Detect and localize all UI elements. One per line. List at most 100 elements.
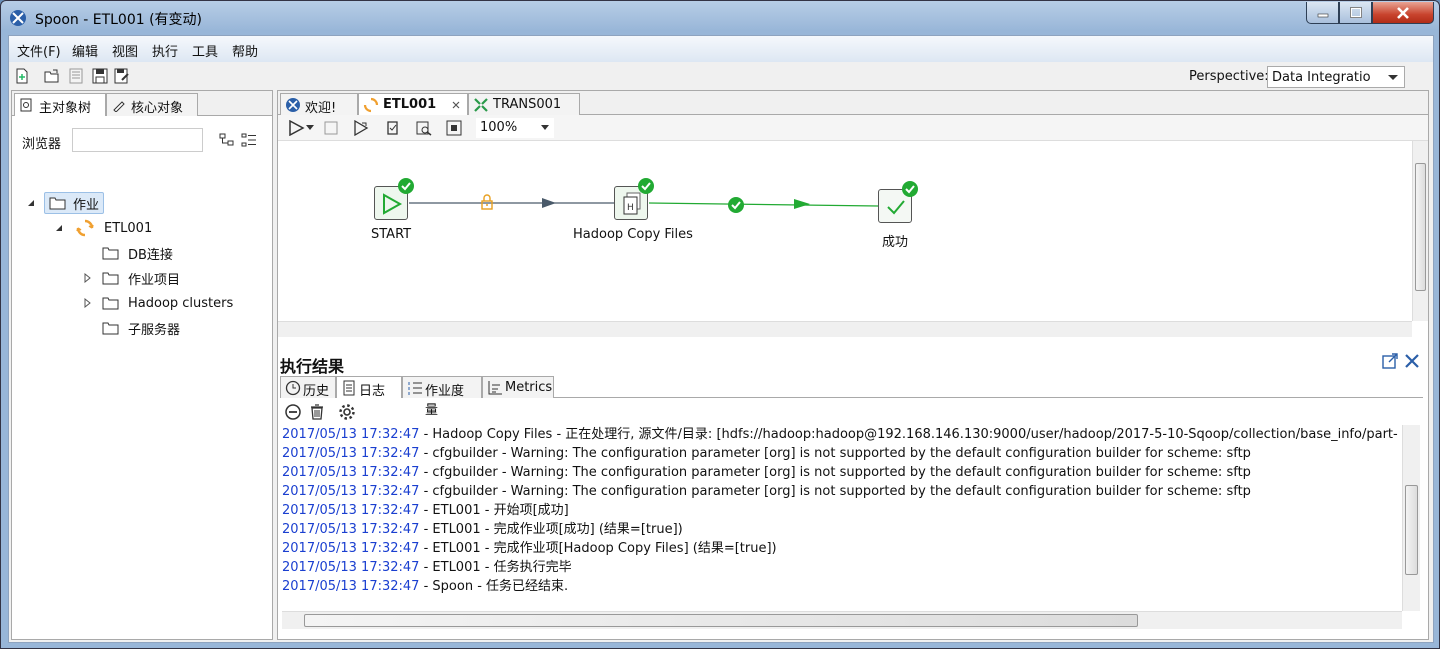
log-output[interactable]: 2017/05/13 17:32:47 - Hadoop Copy Files … <box>282 425 1398 595</box>
new-file-icon[interactable] <box>13 67 31 85</box>
job-icon <box>76 219 94 237</box>
tree-item-hadoop-clusters[interactable]: Hadoop clusters <box>102 292 233 314</box>
log-line: 2017/05/13 17:32:47 - ETL001 - 开始项[成功] <box>282 503 569 518</box>
close-tab-icon[interactable] <box>451 100 461 110</box>
pencil-icon <box>113 101 125 112</box>
stop-icon[interactable] <box>323 120 339 136</box>
svg-text:H: H <box>627 203 634 213</box>
fit-canvas-icon[interactable] <box>446 120 462 136</box>
tree-item-etl001[interactable]: ETL001 <box>76 217 152 239</box>
menu-file[interactable]: 文件(F) <box>17 41 61 60</box>
canvas-toolbar: 100% <box>278 115 1428 141</box>
tab-core-objects[interactable]: 核心对象 <box>106 93 198 116</box>
preview-icon[interactable] <box>353 120 371 136</box>
job-icon <box>363 97 379 113</box>
folder-icon <box>49 197 66 210</box>
open-folder-icon[interactable] <box>43 67 61 85</box>
metrics-chart-icon <box>488 381 502 395</box>
menu-bar: 文件(F) 编辑 视图 执行 工具 帮助 <box>9 36 1433 62</box>
log-line: 2017/05/13 17:32:47 - Spoon - 任务已经结束. <box>282 579 569 594</box>
tab-welcome[interactable]: 欢迎! <box>280 93 358 116</box>
tab-log-label: 日志 <box>359 384 386 399</box>
expanded-triangle-icon <box>28 200 34 206</box>
tree-item-sub-servers[interactable]: 子服务器 <box>102 317 180 339</box>
editor-tab-bar: 欢迎! ETL001 TRANS001 <box>278 91 1428 116</box>
tab-core-objects-label: 核心对象 <box>131 101 184 116</box>
expand-tree-icon[interactable] <box>219 132 235 148</box>
tab-job-metrics[interactable]: 作业度量 <box>402 376 482 418</box>
canvas-vertical-scrollbar[interactable] <box>1412 141 1428 321</box>
close-icon <box>1397 6 1409 19</box>
hadoop-success-check-icon <box>638 178 654 194</box>
tab-history-label: 历史 <box>303 384 330 399</box>
log-horizontal-scrollbar[interactable] <box>282 611 1402 629</box>
close-panel-icon[interactable] <box>1404 353 1420 369</box>
tree-item-jobs[interactable]: 作业 <box>44 192 105 214</box>
tree-item-job-entries[interactable]: 作业项目 <box>102 267 180 289</box>
log-hscroll-thumb[interactable] <box>304 614 1138 627</box>
canvas-horizontal-scrollbar[interactable] <box>278 321 1412 337</box>
start-play-icon <box>383 193 403 215</box>
menu-edit[interactable]: 编辑 <box>72 41 98 60</box>
expanded-triangle-icon <box>56 225 62 231</box>
save-as-icon[interactable] <box>113 67 131 85</box>
collapse-tree-icon[interactable] <box>241 132 257 148</box>
menu-run[interactable]: 执行 <box>152 41 178 60</box>
hop-success-check-icon <box>728 197 744 213</box>
maximize-panel-icon[interactable] <box>1382 353 1398 369</box>
tree-item-etl001-toggle[interactable] <box>54 217 64 239</box>
gear-icon[interactable] <box>338 403 356 421</box>
maximize-button[interactable] <box>1339 2 1372 24</box>
main-toolbar: Perspective: Data Integratio <box>9 62 1433 90</box>
job-canvas[interactable]: START H Hadoop Copy Files 成功 <box>278 141 1412 321</box>
tab-main-tree[interactable]: 主对象树 <box>14 93 106 116</box>
tree-jobs-label: 作业 <box>73 197 100 213</box>
menu-view[interactable]: 视图 <box>112 41 138 60</box>
log-line: 2017/05/13 17:32:47 - cfgbuilder - Warni… <box>282 484 1251 499</box>
node-success-label: 成功 <box>882 235 909 250</box>
impact-icon[interactable] <box>415 120 433 136</box>
menu-tools[interactable]: 工具 <box>192 41 218 60</box>
tab-log[interactable]: 日志 <box>336 376 402 399</box>
search-doc-icon <box>20 98 32 112</box>
success-node-check-icon <box>902 181 918 197</box>
explore-icon[interactable] <box>67 67 85 85</box>
tab-history[interactable]: 历史 <box>280 376 336 399</box>
log-vscroll-thumb[interactable] <box>1405 485 1418 575</box>
run-icon[interactable] <box>288 120 306 136</box>
lock-icon <box>481 194 493 210</box>
tab-metrics[interactable]: Metrics <box>482 376 554 398</box>
zoom-select[interactable]: 100% <box>476 118 554 138</box>
canvas-vscroll-thumb[interactable] <box>1415 163 1426 291</box>
title-bar[interactable]: Spoon - ETL001 (有变动) <box>1 1 1439 35</box>
zoom-value: 100% <box>480 120 518 135</box>
tab-etl001[interactable]: ETL001 <box>358 93 468 115</box>
tree-item-jobs-toggle[interactable] <box>26 192 36 214</box>
minimize-button[interactable] <box>1306 2 1339 24</box>
tab-main-tree-label: 主对象树 <box>39 101 92 116</box>
tab-trans001[interactable]: TRANS001 <box>468 93 580 115</box>
menu-help[interactable]: 帮助 <box>232 41 258 60</box>
transformation-icon <box>474 98 488 112</box>
chevron-down-icon <box>1388 75 1398 80</box>
perspective-select[interactable]: Data Integratio <box>1267 66 1405 88</box>
tree-db-label: DB连接 <box>128 247 173 263</box>
tree-item-job-entries-toggle[interactable] <box>82 267 92 289</box>
trash-icon[interactable] <box>308 403 326 421</box>
window-title: Spoon - ETL001 (有变动) <box>35 12 203 28</box>
tree-item-db-connections[interactable]: DB连接 <box>102 242 173 264</box>
spoon-icon <box>286 98 300 112</box>
check-job-icon[interactable] <box>384 120 402 136</box>
tree-item-hadoop-toggle[interactable] <box>82 292 92 314</box>
hadoop-copy-icon: H <box>623 192 641 215</box>
save-icon[interactable] <box>91 67 109 85</box>
run-dropdown-icon[interactable] <box>305 124 315 132</box>
tab-welcome-label: 欢迎! <box>305 101 337 116</box>
close-button[interactable] <box>1372 2 1434 24</box>
log-vertical-scrollbar[interactable] <box>1402 425 1420 611</box>
spoon-app-icon <box>10 10 26 26</box>
browser-search-input[interactable] <box>72 128 203 152</box>
minimize-icon <box>1317 13 1328 17</box>
client-area: 文件(F) 编辑 视图 执行 工具 帮助 Perspective: Data I… <box>8 35 1434 643</box>
clear-log-icon[interactable] <box>284 403 302 421</box>
